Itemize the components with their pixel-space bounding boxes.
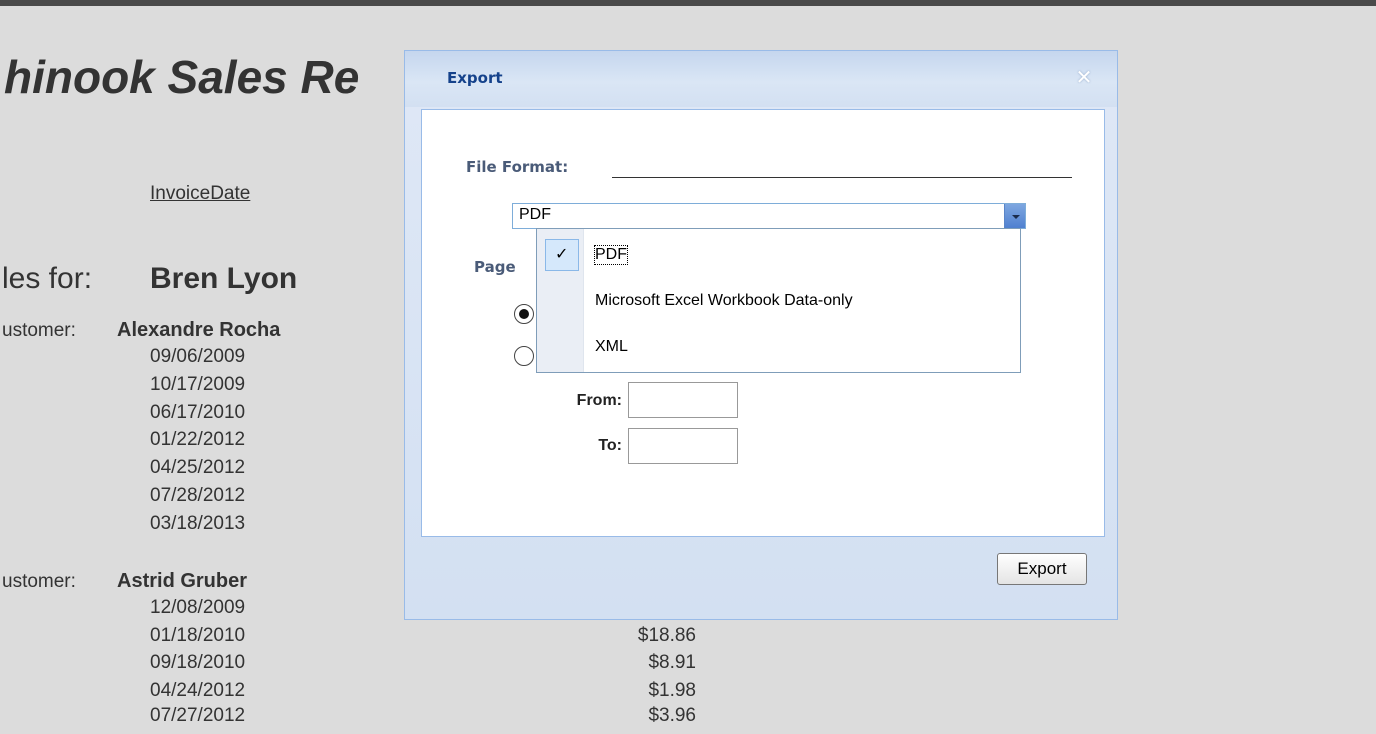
invoice-amount: $8.91 [648, 652, 696, 673]
dropdown-item-excel[interactable]: Microsoft Excel Workbook Data-only [537, 279, 1020, 325]
export-button[interactable]: Export [997, 553, 1087, 585]
from-page-input[interactable] [628, 382, 738, 418]
customer-label: ustomer: [2, 571, 76, 592]
salesperson-name: Bren Lyon [150, 262, 298, 295]
close-icon[interactable]: ✕ [1071, 65, 1097, 91]
file-format-label: File Format: [466, 158, 569, 176]
file-format-value: PDF [519, 206, 551, 223]
customer-label: ustomer: [2, 320, 76, 341]
file-format-dropdown-list: ✓ PDF Microsoft Excel Workbook Data-only… [536, 228, 1021, 373]
dropdown-item-xml[interactable]: XML [537, 325, 1020, 371]
invoice-date: 04/24/2012 [150, 680, 246, 701]
file-format-select[interactable]: PDF [512, 203, 1026, 229]
dropdown-item-pdf[interactable]: ✓ PDF [537, 233, 1020, 279]
dropdown-item-label: XML [595, 338, 628, 355]
invoice-date: 04/25/2012 [150, 457, 246, 478]
dropdown-item-label: Microsoft Excel Workbook Data-only [595, 292, 853, 309]
all-pages-radio[interactable] [514, 304, 534, 324]
invoice-date: 09/18/2010 [150, 652, 246, 673]
invoice-amount: $18.86 [637, 625, 696, 646]
invoice-amount: $1.98 [648, 680, 696, 701]
to-label: To: [598, 437, 622, 454]
page-range-radio[interactable] [514, 346, 534, 366]
customer-name: Alexandre Rocha [117, 319, 281, 341]
invoice-date: 07/27/2012 [150, 705, 246, 726]
report-title: hinook Sales Re [4, 51, 360, 103]
customer-name: Astrid Gruber [117, 570, 248, 592]
invoice-amount: $3.96 [648, 705, 696, 726]
dialog-header[interactable]: Export ✕ [405, 51, 1117, 107]
sales-for-label: les for: [2, 262, 93, 295]
invoice-date: 12/08/2009 [150, 597, 246, 618]
invoice-date-column-header[interactable]: InvoiceDate [150, 183, 250, 205]
page-range-label: Page [474, 258, 516, 276]
invoice-date: 03/18/2013 [150, 513, 246, 534]
invoice-date: 01/22/2012 [150, 429, 246, 450]
to-page-input[interactable] [628, 428, 738, 464]
dialog-title: Export [447, 69, 503, 87]
invoice-date: 10/17/2009 [150, 374, 246, 395]
chevron-down-icon[interactable] [1004, 204, 1025, 228]
invoice-date: 01/18/2010 [150, 625, 246, 646]
fieldset-divider [612, 177, 1072, 178]
checked-indicator: ✓ [545, 239, 579, 271]
invoice-date: 07/28/2012 [150, 485, 246, 506]
checkmark-icon: ✓ [555, 246, 569, 263]
dropdown-item-label: PDF [594, 245, 628, 265]
from-label: From: [576, 392, 622, 409]
invoice-date: 06/17/2010 [150, 402, 246, 423]
invoice-date: 09/06/2009 [150, 346, 246, 367]
